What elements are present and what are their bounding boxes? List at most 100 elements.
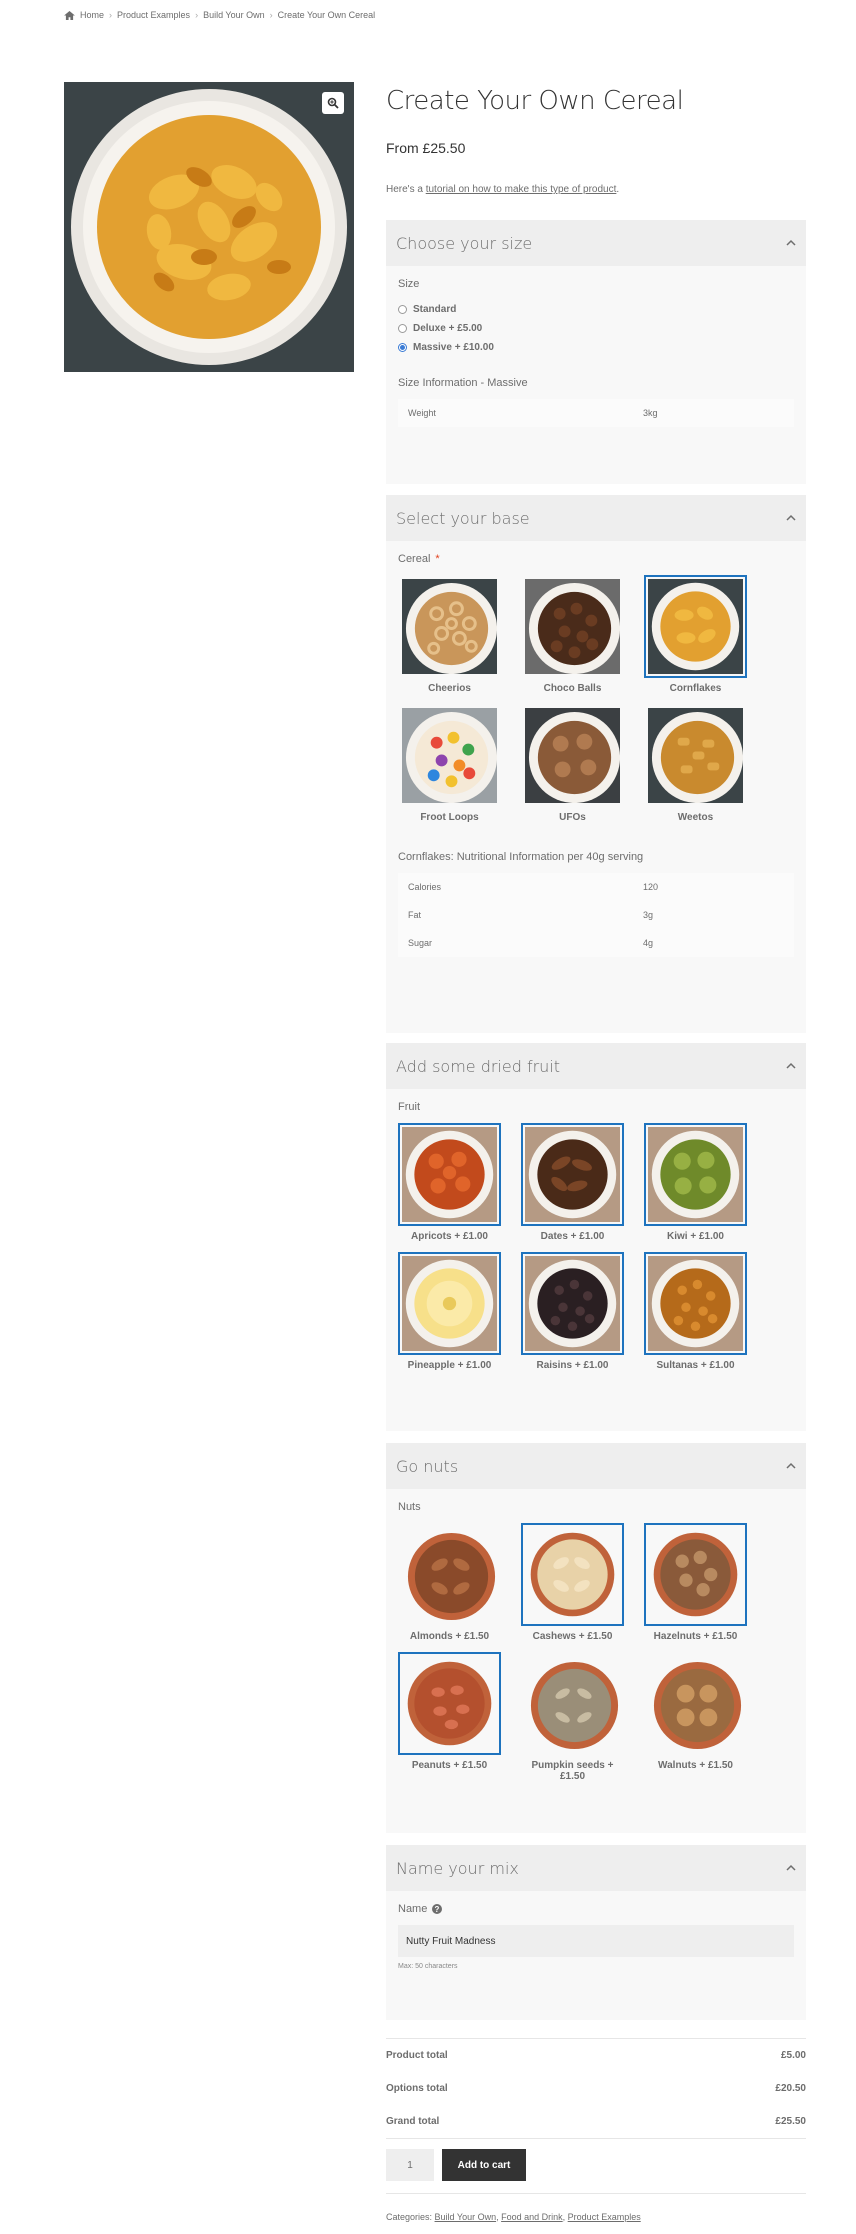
- radio-standard[interactable]: [398, 305, 407, 314]
- breadcrumb-product-examples[interactable]: Product Examples: [117, 10, 190, 20]
- total-value: £25.50: [775, 2116, 806, 2127]
- chevron-up-icon[interactable]: [786, 1061, 796, 1071]
- option-thumb-selected[interactable]: [398, 1252, 501, 1355]
- product-image[interactable]: [64, 82, 354, 372]
- nuts-panel-title: Go nuts: [396, 1456, 459, 1476]
- option-thumb-selected[interactable]: [644, 1123, 747, 1226]
- breadcrumb-separator: ›: [269, 10, 273, 20]
- fruit-panel-body: Fruit Apricots + £1.00 Dates + £1.00 Kiw…: [386, 1089, 806, 1383]
- option-thumb[interactable]: [644, 1652, 747, 1755]
- total-label: Grand total: [386, 2116, 440, 2127]
- option-label: Sultanas + £1.00: [656, 1360, 735, 1371]
- option-walnuts[interactable]: Walnuts + £1.50: [644, 1652, 747, 1782]
- option-thumb[interactable]: [521, 575, 624, 678]
- category-link[interactable]: Build Your Own: [435, 2212, 497, 2222]
- option-thumb-selected[interactable]: [521, 1252, 624, 1355]
- chevron-up-icon[interactable]: [786, 1461, 796, 1471]
- size-option-deluxe[interactable]: Deluxe + £5.00: [398, 319, 794, 338]
- option-ufos[interactable]: UFOs: [521, 704, 624, 823]
- chevron-up-icon[interactable]: [786, 1863, 796, 1873]
- option-label: Cashews + £1.50: [532, 1631, 613, 1642]
- nuts-grid: Almonds + £1.50 Cashews + £1.50 Hazelnut…: [398, 1523, 794, 1782]
- help-icon[interactable]: ?: [432, 1904, 443, 1914]
- option-thumb[interactable]: [644, 704, 747, 807]
- option-thumb-selected[interactable]: [521, 1123, 624, 1226]
- option-raisins[interactable]: Raisins + £1.00: [521, 1252, 624, 1371]
- nuts-panel-header[interactable]: Go nuts: [386, 1443, 806, 1489]
- breadcrumb-build-your-own[interactable]: Build Your Own: [203, 10, 265, 20]
- option-thumb-selected[interactable]: [644, 575, 747, 678]
- total-label: Product total: [386, 2050, 448, 2061]
- size-info-table: Weight 3kg: [398, 399, 794, 427]
- option-apricots[interactable]: Apricots + £1.00: [398, 1123, 501, 1242]
- option-pineapple[interactable]: Pineapple + £1.00: [398, 1252, 501, 1371]
- option-label: UFOs: [559, 812, 586, 823]
- option-label: Weetos: [677, 812, 714, 823]
- kiwi-image: [648, 1127, 743, 1222]
- dates-image: [525, 1127, 620, 1222]
- info-key: Calories: [408, 882, 442, 892]
- radio-deluxe[interactable]: [398, 324, 407, 333]
- option-sultanas[interactable]: Sultanas + £1.00: [644, 1252, 747, 1371]
- category-link[interactable]: Food and Drink: [501, 2212, 563, 2222]
- size-option-massive[interactable]: Massive + £10.00: [398, 338, 794, 357]
- option-hazelnuts[interactable]: Hazelnuts + £1.50: [644, 1523, 747, 1642]
- name-panel-title: Name your mix: [396, 1858, 519, 1878]
- option-thumb[interactable]: [398, 704, 501, 807]
- option-thumb-selected[interactable]: [521, 1523, 624, 1626]
- option-cheerios[interactable]: Cheerios: [398, 575, 501, 694]
- name-panel-header[interactable]: Name your mix: [386, 1845, 806, 1891]
- option-pumpkin-seeds[interactable]: Pumpkin seeds + £1.50: [521, 1652, 624, 1782]
- option-cornflakes[interactable]: Cornflakes: [644, 575, 747, 694]
- option-thumb-selected[interactable]: [644, 1523, 747, 1626]
- quantity-input[interactable]: [386, 2149, 434, 2181]
- option-froot-loops[interactable]: Froot Loops: [398, 704, 501, 823]
- name-label-text: Name: [398, 1903, 428, 1915]
- size-info-title: Size Information - Massive: [398, 377, 528, 389]
- chevron-up-icon[interactable]: [786, 513, 796, 523]
- option-label: Dates + £1.00: [540, 1231, 605, 1242]
- breadcrumb-home[interactable]: Home: [80, 10, 104, 20]
- radio-massive[interactable]: [398, 343, 407, 352]
- apricots-image: [402, 1127, 497, 1222]
- option-almonds[interactable]: Almonds + £1.50: [398, 1523, 501, 1642]
- base-panel: Select your base Cereal * Cheerios Choco…: [386, 495, 806, 1033]
- required-marker: *: [435, 553, 440, 565]
- raisins-image: [525, 1256, 620, 1351]
- base-panel-header[interactable]: Select your base: [386, 495, 806, 541]
- option-thumb-selected[interactable]: [398, 1123, 501, 1226]
- option-kiwi[interactable]: Kiwi + £1.00: [644, 1123, 747, 1242]
- option-label: Froot Loops: [420, 812, 479, 823]
- size-panel: Choose your size Size Standard Deluxe + …: [386, 220, 806, 484]
- size-panel-header[interactable]: Choose your size: [386, 220, 806, 266]
- option-choco-balls[interactable]: Choco Balls: [521, 575, 624, 694]
- size-panel-body: Size Standard Deluxe + £5.00 Massive + £…: [386, 266, 806, 439]
- chevron-up-icon[interactable]: [786, 238, 796, 248]
- tutorial-link[interactable]: tutorial on how to make this type of pro…: [426, 184, 617, 195]
- category-link[interactable]: Product Examples: [568, 2212, 641, 2222]
- option-thumb[interactable]: [398, 1523, 501, 1626]
- option-weetos[interactable]: Weetos: [644, 704, 747, 823]
- option-thumb[interactable]: [521, 1652, 624, 1755]
- option-peanuts[interactable]: Peanuts + £1.50: [398, 1652, 501, 1782]
- size-option-standard[interactable]: Standard: [398, 300, 794, 319]
- option-cashews[interactable]: Cashews + £1.50: [521, 1523, 624, 1642]
- almonds-image: [402, 1527, 497, 1622]
- cornflakes-image: [648, 579, 743, 674]
- add-to-cart-row: Add to cart: [386, 2149, 806, 2181]
- option-thumb-selected[interactable]: [644, 1252, 747, 1355]
- zoom-button[interactable]: [322, 92, 344, 114]
- mix-name-input[interactable]: [398, 1925, 794, 1957]
- option-thumb-selected[interactable]: [398, 1652, 501, 1755]
- base-panel-body: Cereal * Cheerios Choco Balls Cornflakes…: [386, 541, 806, 969]
- option-thumb[interactable]: [521, 704, 624, 807]
- max-characters-hint: Max: 50 characters: [398, 1963, 458, 1970]
- option-dates[interactable]: Dates + £1.00: [521, 1123, 624, 1242]
- tutorial-suffix: .: [616, 184, 620, 195]
- add-to-cart-button[interactable]: Add to cart: [442, 2149, 526, 2181]
- base-panel-title: Select your base: [396, 508, 530, 528]
- option-thumb[interactable]: [398, 575, 501, 678]
- fruit-panel-header[interactable]: Add some dried fruit: [386, 1043, 806, 1089]
- product-total-row: Product total £5.00: [386, 2039, 806, 2072]
- sultanas-image: [648, 1256, 743, 1351]
